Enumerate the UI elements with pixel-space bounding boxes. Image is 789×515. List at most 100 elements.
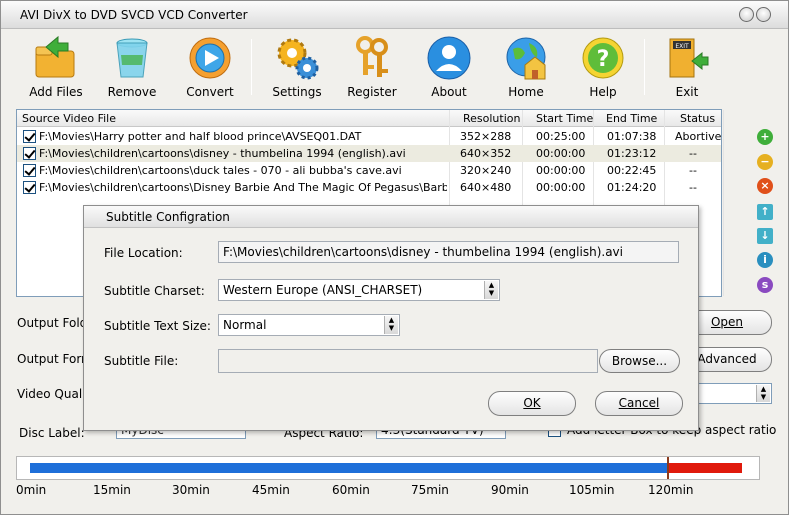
toolbar-separator [251,39,252,95]
timeline-tick-label: 45min [252,483,290,497]
dialog-title: Subtitle Configration [106,210,230,224]
toolbar-separator [644,39,645,95]
spinner-arrows-icon: ▲ ▼ [384,316,398,334]
home-label: Home [508,85,544,99]
help-button[interactable]: ? Help [573,29,633,105]
convert-label: Convert [186,85,234,99]
subtitle-text-size-select[interactable]: Normal ▲ ▼ [218,314,400,336]
keys-icon [356,36,388,77]
about-button[interactable]: About [419,29,479,105]
timeline-over-bar [668,463,743,473]
status-cell: -- [689,147,697,160]
timeline-tick-label: 90min [491,483,529,497]
spinner-arrows-icon: ▲ ▼ [756,385,770,402]
end-time-cell: 00:22:45 [607,164,657,177]
settings-label: Settings [272,85,322,99]
subtitle-file-input[interactable] [218,349,598,373]
spinner-arrows-icon: ▲ ▼ [484,281,498,299]
row-checkbox[interactable] [23,147,36,160]
table-row[interactable]: F:\Movies\children\cartoons\Disney Barbi… [17,179,721,196]
timeline-capacity-marker [667,457,669,479]
subtitle-icon[interactable]: s [757,277,773,293]
timeline-tick-label: 120min [648,483,694,497]
folder-add-icon [35,35,75,78]
status-cell: -- [689,164,697,177]
source-file-cell: F:\Movies\children\cartoons\disney - thu… [39,147,406,160]
move-down-icon[interactable]: ↓ [757,228,773,244]
row-checkbox[interactable] [23,164,36,177]
home-button[interactable]: Home [495,29,557,105]
add-icon[interactable]: + [757,129,773,145]
help-label: Help [589,85,617,99]
row-checkbox[interactable] [23,181,36,194]
column-header-end-time[interactable]: End Time [606,112,657,125]
resolution-cell: 640×480 [460,181,512,194]
svg-text:EXIT: EXIT [675,43,689,50]
add-files-button[interactable]: Add Files [23,29,89,105]
advanced-button-label: Advanced [697,352,757,366]
trash-icon [116,38,148,78]
timeline-tick-label: 105min [569,483,615,497]
table-row[interactable]: F:\Movies\children\cartoons\disney - thu… [17,145,721,162]
disc-label-label: Disc Label: [19,426,85,440]
subtitle-text-size-label: Subtitle Text Size: [104,319,211,333]
browse-button-label: Browse... [611,354,668,368]
timeline-tick-label: 30min [172,483,210,497]
column-header-resolution[interactable]: Resolution [463,112,520,125]
column-header-status[interactable]: Status [680,112,715,125]
gear-icon [277,38,319,80]
minimize-button[interactable] [739,7,754,22]
toolbar: Add Files Remove Convert Settings Regist… [1,29,788,105]
start-time-cell: 00:00:00 [536,181,586,194]
home-globe-icon [506,37,546,80]
exit-door-icon: EXIT [669,38,709,78]
subtitle-charset-select[interactable]: Western Europe (ANSI_CHARSET) ▲ ▼ [218,279,500,301]
move-up-icon[interactable]: ↑ [757,204,773,220]
column-header-start-time[interactable]: Start Time [536,112,593,125]
svg-text:?: ? [597,47,610,72]
file-location-field[interactable]: F:\Movies\children\cartoons\disney - thu… [218,241,679,263]
delete-icon[interactable]: × [757,178,773,194]
title-bar: AVI DivX to DVD SVCD VCD Converter [1,1,788,29]
user-icon [427,36,471,80]
help-icon: ? [582,37,624,79]
remove-button[interactable]: Remove [101,29,163,105]
output-format-label: Output Forn [17,352,89,366]
convert-button[interactable]: Convert [179,29,241,105]
open-button-label: Open [710,315,744,329]
exit-button[interactable]: EXIT Exit [657,29,717,105]
resolution-cell: 352×288 [460,130,512,143]
browse-button[interactable]: Browse... [599,349,680,373]
output-folder-label: Output Fold [17,316,88,330]
subtitle-text-size-value: Normal [223,318,267,332]
add-files-label: Add Files [29,85,83,99]
end-time-cell: 01:23:12 [607,147,657,160]
status-cell: -- [689,181,697,194]
timeline-tick-label: 75min [411,483,449,497]
dialog-title-bar: Subtitle Configration [84,206,698,228]
register-button[interactable]: Register [341,29,403,105]
column-divider [723,110,724,296]
source-file-cell: F:\Movies\children\cartoons\Disney Barbi… [39,181,447,194]
cancel-button[interactable]: Cancel [595,391,683,416]
table-row[interactable]: F:\Movies\Harry potter and half blood pr… [17,128,721,145]
row-checkbox[interactable] [23,130,36,143]
start-time-cell: 00:25:00 [536,130,586,143]
timeline-tick-label: 60min [332,483,370,497]
about-label: About [431,85,467,99]
minus-icon[interactable]: − [757,154,773,170]
close-button[interactable] [756,7,771,22]
table-row[interactable]: F:\Movies\children\cartoons\duck tales -… [17,162,721,179]
timeline-tick-label: 15min [93,483,131,497]
subtitle-charset-label: Subtitle Charset: [104,284,205,298]
cancel-button-label: Cancel [618,396,660,410]
timeline-used-bar [30,463,668,473]
register-label: Register [347,85,397,99]
column-header-source[interactable]: Source Video File [22,112,116,125]
timeline-tick-label: 0min [16,483,47,497]
video-quality-label: Video Qualit [17,387,91,401]
ok-button-label: OK [523,396,541,410]
ok-button[interactable]: OK [488,391,576,416]
info-icon[interactable]: i [757,252,773,268]
settings-button[interactable]: Settings [265,29,329,105]
